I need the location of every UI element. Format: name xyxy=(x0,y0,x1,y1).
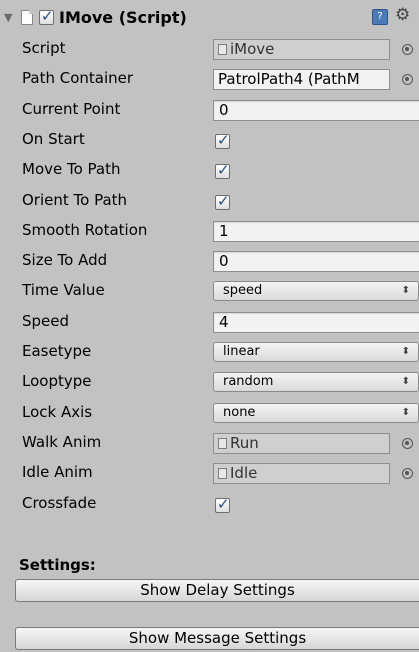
object-picker-icon[interactable] xyxy=(402,437,413,449)
property-label: Looptype xyxy=(22,372,92,391)
object-field-value: Idle xyxy=(230,464,258,483)
property-label: Walk Anim xyxy=(22,432,102,451)
dropdown-arrow-icon: ⬍ xyxy=(401,285,410,297)
property-label: Size To Add xyxy=(22,251,108,270)
property-label: Script xyxy=(22,39,66,57)
component-title: IMove (Script) xyxy=(59,7,187,27)
dropdown-value: linear xyxy=(223,344,260,359)
object-picker-icon[interactable] xyxy=(402,44,413,55)
dropdown-arrow-icon: ⬍ xyxy=(401,346,410,357)
check-icon: ✓ xyxy=(217,191,230,210)
property-label: Path Container xyxy=(22,69,134,88)
smooth-rotation-field[interactable]: 1 xyxy=(213,220,419,242)
orient-to-path-checkbox[interactable]: ✓ xyxy=(215,191,230,210)
asset-icon xyxy=(218,437,227,449)
script-object-field[interactable]: iMove xyxy=(213,39,390,60)
property-row-orient-to-path: Orient To Path ✓ xyxy=(0,186,419,216)
script-file-icon xyxy=(21,9,33,25)
path-container-object-field[interactable]: PatrolPath4 (PathM xyxy=(213,69,390,91)
property-row-move-to-path: Move To Path ✓ xyxy=(0,155,419,185)
dropdown-arrow-icon: ⬍ xyxy=(401,376,410,388)
property-row-idle-anim: Idle Anim Idle xyxy=(0,458,419,488)
property-label: Current Point xyxy=(22,99,121,118)
property-row-current-point: Current Point 0 xyxy=(0,95,419,125)
property-row-smooth-rotation: Smooth Rotation 1 xyxy=(0,216,419,246)
object-picker-icon[interactable] xyxy=(402,468,413,480)
move-to-path-checkbox[interactable]: ✓ xyxy=(215,161,230,180)
property-label: Idle Anim xyxy=(22,463,93,482)
asset-icon xyxy=(218,44,227,55)
property-label: Easetype xyxy=(22,342,92,360)
asset-icon xyxy=(218,468,227,480)
dropdown-value: none xyxy=(223,404,256,420)
component-enabled-checkbox[interactable]: ✓ xyxy=(39,6,54,25)
property-label: Time Value xyxy=(22,281,105,300)
object-field-value: iMove xyxy=(230,40,275,58)
property-label: Lock Axis xyxy=(22,402,93,421)
check-icon: ✓ xyxy=(41,6,54,25)
lock-axis-dropdown[interactable]: none ⬍ xyxy=(213,402,419,423)
time-value-dropdown[interactable]: speed ⬍ xyxy=(213,281,419,302)
check-icon: ✓ xyxy=(217,161,230,180)
property-label: Move To Path xyxy=(22,160,121,179)
check-icon: ✓ xyxy=(217,494,230,513)
property-row-path-container: Path Container PatrolPath4 (PathM xyxy=(0,64,419,94)
property-row-crossfade: Crossfade ✓ xyxy=(0,489,419,519)
component-header: ▼ ✓ IMove (Script) ? ⚙ xyxy=(0,0,419,34)
settings-heading: Settings: xyxy=(19,556,96,574)
crossfade-checkbox[interactable]: ✓ xyxy=(215,494,230,513)
easetype-dropdown[interactable]: linear ⬍ xyxy=(213,342,419,362)
current-point-field[interactable]: 0 xyxy=(213,99,419,121)
property-row-time-value: Time Value speed ⬍ xyxy=(0,276,419,306)
speed-field[interactable]: 4 xyxy=(213,311,419,333)
dropdown-arrow-icon: ⬍ xyxy=(401,406,410,418)
on-start-checkbox[interactable]: ✓ xyxy=(215,130,230,149)
check-icon: ✓ xyxy=(217,130,230,149)
help-icon[interactable]: ? xyxy=(372,9,388,25)
dropdown-value: random xyxy=(223,374,274,390)
property-label: On Start xyxy=(22,129,85,148)
show-delay-settings-button[interactable]: Show Delay Settings xyxy=(15,579,419,602)
object-picker-icon[interactable] xyxy=(402,74,413,86)
property-row-lock-axis: Lock Axis none ⬍ xyxy=(0,398,419,428)
object-field-value: PatrolPath4 (PathM xyxy=(218,70,360,89)
property-row-walk-anim: Walk Anim Run xyxy=(0,428,419,458)
object-field-value: Run xyxy=(230,433,259,452)
walk-anim-object-field[interactable]: Run xyxy=(213,432,390,454)
show-message-settings-button[interactable]: Show Message Settings xyxy=(15,627,419,650)
property-row-script: Script iMove xyxy=(0,34,419,64)
idle-anim-object-field[interactable]: Idle xyxy=(213,463,390,485)
size-to-add-field[interactable]: 0 xyxy=(213,251,419,273)
property-row-speed: Speed 4 xyxy=(0,307,419,337)
property-row-looptype: Looptype random ⬍ xyxy=(0,367,419,397)
property-row-easetype: Easetype linear ⬍ xyxy=(0,337,419,367)
looptype-dropdown[interactable]: random ⬍ xyxy=(213,372,419,393)
property-label: Orient To Path xyxy=(22,190,128,209)
property-label: Speed xyxy=(22,311,70,330)
property-label: Smooth Rotation xyxy=(22,220,148,239)
dropdown-value: speed xyxy=(223,283,263,299)
property-row-on-start: On Start ✓ xyxy=(0,125,419,155)
gear-icon[interactable]: ⚙ xyxy=(395,5,410,25)
property-row-size-to-add: Size To Add 0 xyxy=(0,246,419,276)
foldout-arrow-icon[interactable]: ▼ xyxy=(4,11,18,24)
property-label: Crossfade xyxy=(22,493,97,512)
